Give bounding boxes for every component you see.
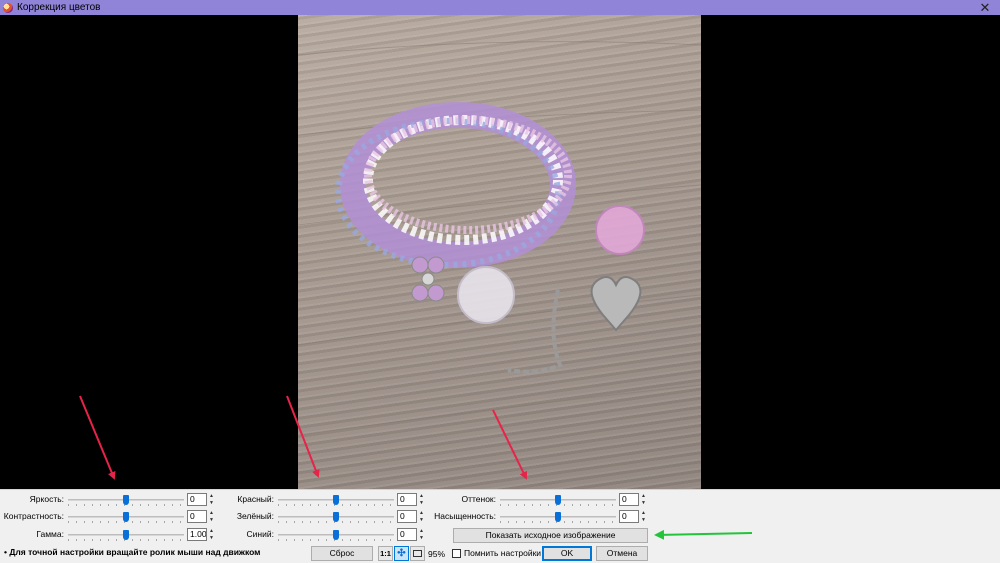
remember-settings-checkbox[interactable]: Помнить настройки — [452, 548, 541, 558]
red-label: Красный: — [237, 494, 274, 504]
fullscreen-icon[interactable] — [410, 546, 425, 561]
hue-value[interactable]: 0 — [619, 493, 639, 506]
saturation-value[interactable]: 0 — [619, 510, 639, 523]
gamma-value[interactable]: 1.00 — [187, 528, 207, 541]
hue-label: Оттенок: — [461, 494, 496, 504]
checkbox-box[interactable] — [452, 548, 461, 558]
spin-down-icon[interactable]: ▼ — [417, 535, 426, 542]
slider-thumb[interactable] — [333, 530, 339, 540]
brightness-spinbox[interactable]: 0 ▲ ▼ — [187, 493, 216, 506]
window-title: Коррекция цветов — [17, 2, 101, 13]
saturation-spinbox[interactable]: 0 ▲ ▼ — [619, 510, 648, 523]
hint-text: • Для точной настройки вращайте ролик мы… — [4, 547, 261, 557]
gamma-label: Гамма: — [36, 529, 64, 539]
brightness-label: Яркость: — [29, 494, 64, 504]
reset-button[interactable]: Сброс — [311, 546, 373, 561]
spin-down-icon[interactable]: ▼ — [417, 500, 426, 507]
title-bar: Коррекция цветов ✕ — [0, 0, 1000, 15]
bracelet-illustration — [298, 41, 701, 436]
slider-thumb[interactable] — [333, 512, 339, 522]
gamma-spinbox[interactable]: 1.00 ▲ ▼ — [187, 528, 216, 541]
slider-thumb[interactable] — [555, 495, 561, 505]
actual-size-button[interactable]: 1:1 — [378, 546, 393, 561]
image-viewer — [0, 15, 1000, 489]
spin-down-icon[interactable]: ▼ — [417, 517, 426, 524]
saturation-slider[interactable] — [500, 512, 616, 524]
red-value[interactable]: 0 — [397, 493, 417, 506]
gamma-slider[interactable] — [68, 530, 184, 542]
green-spinbox[interactable]: 0 ▲ ▼ — [397, 510, 426, 523]
blue-spinbox[interactable]: 0 ▲ ▼ — [397, 528, 426, 541]
blue-value[interactable]: 0 — [397, 528, 417, 541]
blue-slider[interactable] — [278, 530, 394, 542]
slider-thumb[interactable] — [123, 495, 129, 505]
brightness-slider[interactable] — [68, 495, 184, 507]
blue-label: Синий: — [246, 529, 274, 539]
saturation-label: Насыщенность: — [434, 511, 496, 521]
red-slider[interactable] — [278, 495, 394, 507]
preview-image — [298, 15, 701, 489]
green-value[interactable]: 0 — [397, 510, 417, 523]
slider-thumb[interactable] — [123, 512, 129, 522]
green-label: Зелёный: — [236, 511, 274, 521]
show-original-button[interactable]: Показать исходное изображение — [453, 528, 648, 543]
spin-down-icon[interactable]: ▼ — [207, 535, 216, 542]
slider-thumb[interactable] — [123, 530, 129, 540]
app-icon — [3, 2, 13, 13]
zoom-level: 95% — [428, 549, 446, 559]
hue-spinbox[interactable]: 0 ▲ ▼ — [619, 493, 648, 506]
contrast-slider[interactable] — [68, 512, 184, 524]
remember-settings-label[interactable]: Помнить настройки — [464, 548, 541, 558]
fit-to-window-icon[interactable]: ✣ — [394, 546, 409, 561]
spin-down-icon[interactable]: ▼ — [639, 517, 648, 524]
contrast-spinbox[interactable]: 0 ▲ ▼ — [187, 510, 216, 523]
slider-thumb[interactable] — [555, 512, 561, 522]
ok-button[interactable]: OK — [542, 546, 592, 561]
red-spinbox[interactable]: 0 ▲ ▼ — [397, 493, 426, 506]
settings-panel: Яркость: 0 ▲ ▼ Контрастность: 0 ▲ ▼ Гамма: 1… — [0, 489, 1000, 563]
spin-down-icon[interactable]: ▼ — [639, 500, 648, 507]
green-slider[interactable] — [278, 512, 394, 524]
brightness-value[interactable]: 0 — [187, 493, 207, 506]
hue-slider[interactable] — [500, 495, 616, 507]
contrast-value[interactable]: 0 — [187, 510, 207, 523]
cancel-button[interactable]: Отмена — [596, 546, 648, 561]
slider-thumb[interactable] — [333, 495, 339, 505]
spin-down-icon[interactable]: ▼ — [207, 500, 216, 507]
close-button[interactable]: ✕ — [978, 0, 992, 15]
spin-down-icon[interactable]: ▼ — [207, 517, 216, 524]
contrast-label: Контрастность: — [3, 511, 64, 521]
